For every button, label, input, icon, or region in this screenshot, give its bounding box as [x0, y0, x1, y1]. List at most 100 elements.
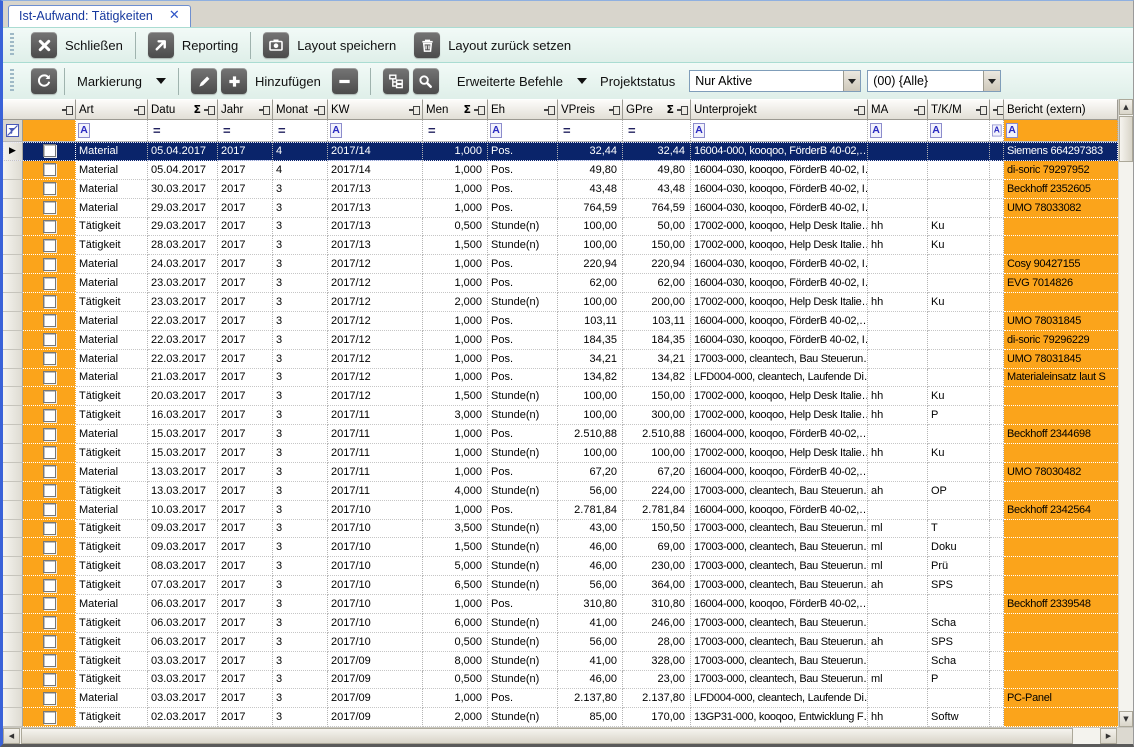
cell-menge[interactable]: 0,500: [423, 633, 488, 652]
cell-kw[interactable]: 2017/12: [328, 387, 423, 406]
table-row[interactable]: Tätigkeit15.03.2017201732017/111,000Stun…: [3, 444, 1118, 463]
cell-eh[interactable]: Pos.: [488, 463, 558, 482]
cell-art[interactable]: Tätigkeit: [76, 708, 148, 727]
row-selector[interactable]: [3, 406, 23, 425]
row-checkbox-cell[interactable]: [23, 199, 76, 218]
scroll-up-arrow[interactable]: ▲: [1119, 99, 1133, 115]
cell-jahr[interactable]: 2017: [218, 369, 273, 388]
cell-gpreis[interactable]: 328,00: [623, 652, 691, 671]
cell-menge[interactable]: 1,000: [423, 595, 488, 614]
cell-tkm[interactable]: Scha: [928, 614, 990, 633]
cell-datum[interactable]: 09.03.2017: [148, 538, 218, 557]
row-selector[interactable]: ▶: [3, 142, 23, 161]
cell-datum[interactable]: 05.04.2017: [148, 161, 218, 180]
row-checkbox[interactable]: [43, 503, 56, 516]
row-checkbox[interactable]: [43, 428, 56, 441]
cell-menge[interactable]: 1,000: [423, 331, 488, 350]
row-checkbox[interactable]: [43, 201, 56, 214]
cell-extra[interactable]: [990, 689, 1004, 708]
table-row[interactable]: Material06.03.2017201732017/101,000Pos.3…: [3, 595, 1118, 614]
table-row[interactable]: Material15.03.2017201732017/111,000Pos.2…: [3, 425, 1118, 444]
cell-ma[interactable]: [868, 595, 928, 614]
cell-tkm[interactable]: T: [928, 520, 990, 539]
cell-jahr[interactable]: 2017: [218, 671, 273, 690]
cell-bericht[interactable]: Materialeinsatz laut S: [1004, 369, 1118, 388]
row-selector[interactable]: [3, 520, 23, 539]
cell-monat[interactable]: 3: [273, 274, 328, 293]
row-checkbox-cell[interactable]: [23, 444, 76, 463]
cell-extra[interactable]: [990, 538, 1004, 557]
table-row[interactable]: Tätigkeit03.03.2017201732017/098,000Stun…: [3, 652, 1118, 671]
cell-datum[interactable]: 29.03.2017: [148, 199, 218, 218]
cell-menge[interactable]: 2,000: [423, 293, 488, 312]
cell-bericht[interactable]: [1004, 482, 1118, 501]
reporting-button[interactable]: Reporting: [139, 32, 247, 58]
row-checkbox[interactable]: [43, 295, 56, 308]
row-selector[interactable]: [3, 312, 23, 331]
cell-eh[interactable]: Pos.: [488, 501, 558, 520]
cell-ma[interactable]: ml: [868, 557, 928, 576]
row-checkbox[interactable]: [43, 277, 56, 290]
cell-extra[interactable]: [990, 312, 1004, 331]
cell-gpreis[interactable]: 49,80: [623, 161, 691, 180]
cell-vpreis[interactable]: 56,00: [558, 482, 623, 501]
cell-monat[interactable]: 3: [273, 557, 328, 576]
cell-art[interactable]: Material: [76, 350, 148, 369]
row-checkbox[interactable]: [43, 673, 56, 686]
row-selector[interactable]: [3, 350, 23, 369]
cell-extra[interactable]: [990, 633, 1004, 652]
cell-unterprojekt[interactable]: 17002-000, kooqoo, Help Desk Italie…: [691, 293, 868, 312]
cell-extra[interactable]: [990, 369, 1004, 388]
cell-monat[interactable]: 3: [273, 236, 328, 255]
cell-datum[interactable]: 28.03.2017: [148, 236, 218, 255]
cell-ma[interactable]: [868, 614, 928, 633]
chevron-down-icon[interactable]: [843, 71, 860, 91]
cell-datum[interactable]: 06.03.2017: [148, 614, 218, 633]
cell-monat[interactable]: 3: [273, 614, 328, 633]
cell-datum[interactable]: 10.03.2017: [148, 501, 218, 520]
row-checkbox[interactable]: [43, 541, 56, 554]
column-header-kw[interactable]: KW: [328, 99, 423, 120]
cell-vpreis[interactable]: 67,20: [558, 463, 623, 482]
cell-art[interactable]: Material: [76, 463, 148, 482]
cell-eh[interactable]: Stunde(n): [488, 520, 558, 539]
cell-ma[interactable]: hh: [868, 293, 928, 312]
cell-tkm[interactable]: [928, 331, 990, 350]
cell-kw[interactable]: 2017/10: [328, 538, 423, 557]
row-checkbox-cell[interactable]: [23, 501, 76, 520]
cell-eh[interactable]: Stunde(n): [488, 652, 558, 671]
cell-ma[interactable]: [868, 199, 928, 218]
cell-menge[interactable]: 3,000: [423, 406, 488, 425]
vertical-scroll-thumb[interactable]: [1119, 116, 1133, 162]
cell-vpreis[interactable]: 2.137,80: [558, 689, 623, 708]
row-selector[interactable]: [3, 199, 23, 218]
cell-art[interactable]: Material: [76, 369, 148, 388]
cell-tkm[interactable]: Ku: [928, 444, 990, 463]
cell-gpreis[interactable]: 34,21: [623, 350, 691, 369]
cell-art[interactable]: Tätigkeit: [76, 520, 148, 539]
cell-tkm[interactable]: P: [928, 671, 990, 690]
cell-bericht[interactable]: [1004, 652, 1118, 671]
column-header-unterprojekt[interactable]: Unterprojekt: [691, 99, 868, 120]
row-checkbox[interactable]: [43, 446, 56, 459]
cell-unterprojekt[interactable]: 16004-000, kooqoo, FörderB 40-02,…: [691, 425, 868, 444]
cell-eh[interactable]: Stunde(n): [488, 444, 558, 463]
cell-jahr[interactable]: 2017: [218, 331, 273, 350]
cell-bericht[interactable]: Beckhoff 2339548: [1004, 595, 1118, 614]
cell-extra[interactable]: [990, 161, 1004, 180]
cell-menge[interactable]: 1,000: [423, 369, 488, 388]
cell-jahr[interactable]: 2017: [218, 576, 273, 595]
cell-vpreis[interactable]: 43,48: [558, 180, 623, 199]
cell-ma[interactable]: [868, 369, 928, 388]
cell-eh[interactable]: Stunde(n): [488, 538, 558, 557]
table-row[interactable]: Tätigkeit23.03.2017201732017/122,000Stun…: [3, 293, 1118, 312]
search-button[interactable]: [411, 68, 448, 94]
markierung-dropdown[interactable]: Markierung: [68, 74, 175, 89]
cell-ma[interactable]: hh: [868, 444, 928, 463]
cell-art[interactable]: Tätigkeit: [76, 406, 148, 425]
row-selector[interactable]: [3, 595, 23, 614]
cell-ma[interactable]: [868, 425, 928, 444]
filter-cell-eh[interactable]: A: [488, 120, 558, 141]
cell-menge[interactable]: 1,000: [423, 199, 488, 218]
cell-jahr[interactable]: 2017: [218, 406, 273, 425]
